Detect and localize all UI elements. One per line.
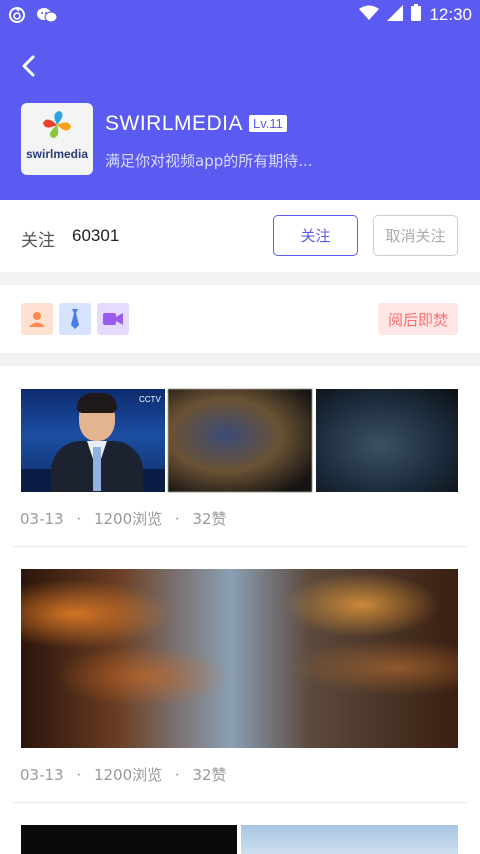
swirl-logo-icon (43, 111, 71, 138)
battery-icon (411, 4, 422, 25)
post-views: 1200浏览 (93, 766, 163, 784)
meta-separator: · (174, 766, 180, 784)
post-thumbnail[interactable] (316, 389, 458, 492)
burn-after-reading-badge[interactable]: 阅后即焚 (378, 303, 458, 335)
section-divider (0, 353, 480, 366)
post-date: 03-13 (20, 766, 64, 784)
channel-watermark: CCTV (139, 395, 161, 404)
post-date: 03-13 (20, 510, 64, 528)
status-bar: 12:30 (0, 0, 480, 30)
meta-separator: · (174, 510, 180, 528)
follow-row: 关注 60301 关注 取消关注 (0, 200, 480, 272)
logo-wordmark: swirlmedia (25, 147, 89, 161)
meta-separator: · (76, 766, 82, 784)
post-list: CCTV 03-13 · 1200浏览 · 32赞 03-13 · 1200浏览… (0, 366, 480, 854)
unfollow-button[interactable]: 取消关注 (373, 215, 458, 256)
channel-avatar[interactable]: swirlmedia (21, 103, 93, 175)
post-meta: 03-13 · 1200浏览 · 32赞 (20, 764, 227, 785)
level-badge: Lv.11 (249, 115, 287, 132)
post-meta: 03-13 · 1200浏览 · 32赞 (20, 508, 227, 529)
anchor-tie (93, 447, 101, 491)
tie-icon (71, 309, 79, 329)
post-thumbnail[interactable] (168, 389, 312, 492)
video-tag[interactable] (97, 303, 129, 335)
user-icon (29, 312, 45, 327)
back-button[interactable] (16, 52, 44, 80)
post-views: 1200浏览 (93, 510, 163, 528)
video-camera-icon (103, 313, 123, 325)
follower-count: 60301 (72, 226, 120, 245)
netease-icon (8, 6, 26, 28)
tags-row: 阅后即焚 (0, 285, 480, 353)
follow-button[interactable]: 关注 (273, 215, 358, 256)
channel-name: SWIRLMEDIA (105, 112, 244, 135)
tie-tag[interactable] (59, 303, 91, 335)
post-divider (12, 802, 468, 803)
user-tag[interactable] (21, 303, 53, 335)
anchor-hair (77, 393, 117, 413)
signal-icon (387, 4, 404, 25)
wifi-icon (359, 5, 380, 25)
post-likes: 32赞 (192, 510, 227, 528)
follow-label: 关注 (21, 231, 55, 251)
wechat-icon (36, 6, 58, 28)
back-arrow-icon (22, 55, 35, 77)
channel-description: 满足你对视频app的所有期待... (105, 152, 313, 170)
post-divider (12, 546, 468, 547)
post-thumbnail[interactable] (21, 825, 237, 854)
meta-separator: · (76, 510, 82, 528)
section-divider (0, 272, 480, 285)
post-likes: 32赞 (192, 766, 227, 784)
post-thumbnail[interactable] (21, 569, 458, 748)
post-thumbnail[interactable] (241, 825, 458, 854)
post-thumbnail[interactable]: CCTV (21, 389, 165, 492)
clock: 12:30 (429, 4, 472, 24)
profile-header: 12:30 swirlmedia SWIRLMEDIA Lv.11 满足你对视频… (0, 0, 480, 200)
